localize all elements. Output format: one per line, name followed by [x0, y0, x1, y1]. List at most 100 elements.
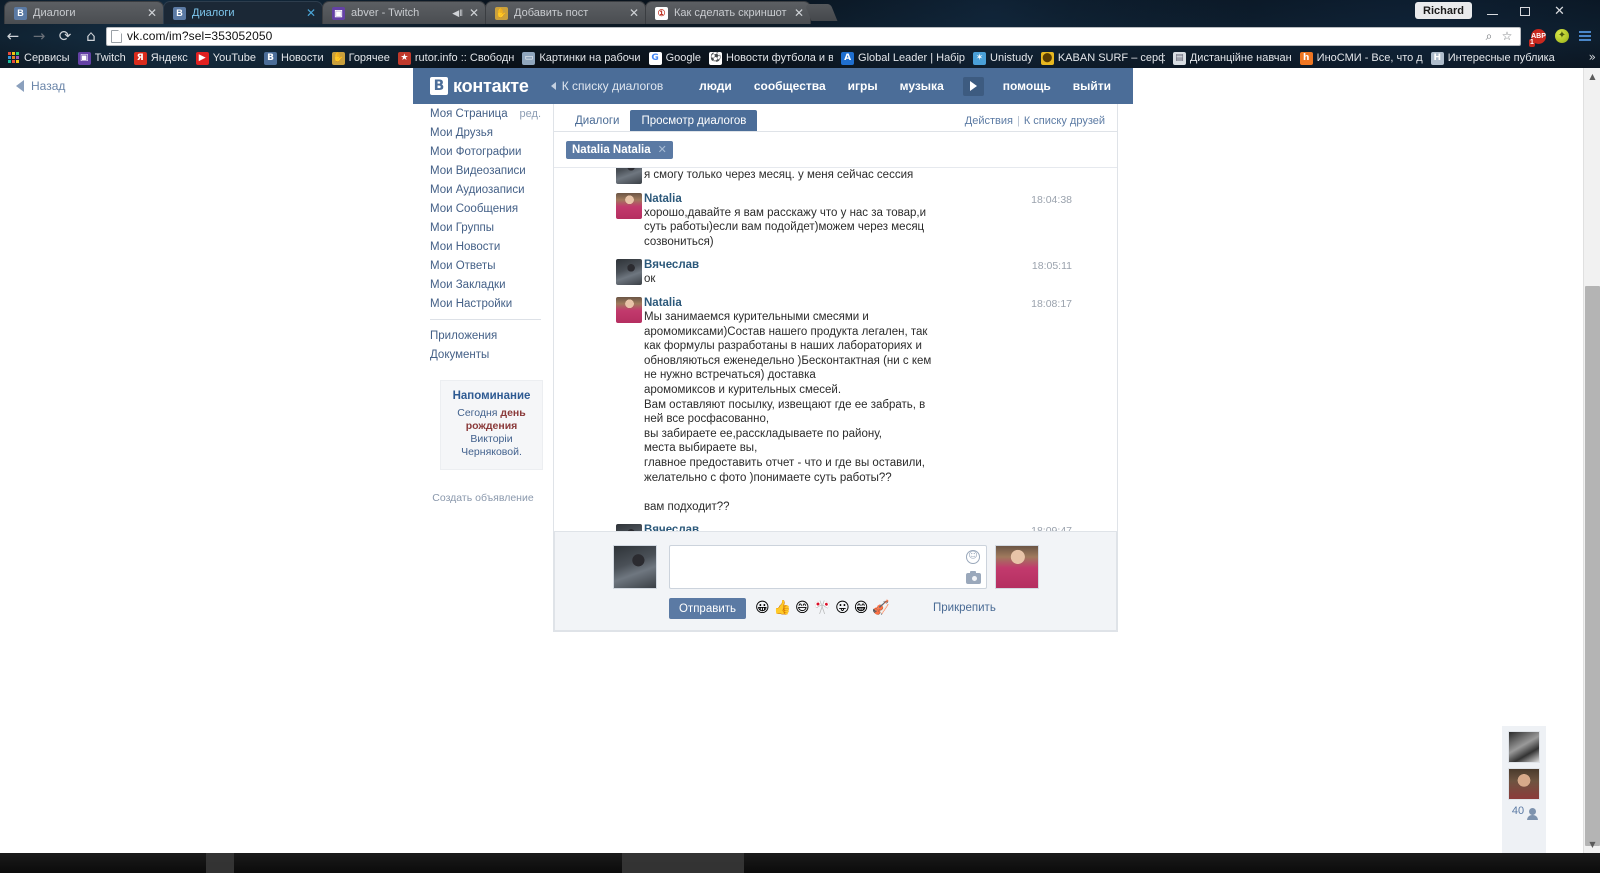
- bookmark-item[interactable]: ▭ Картинки на рабочи: [520, 49, 646, 67]
- mute-icon[interactable]: ◀ǁ: [452, 8, 463, 19]
- message-item[interactable]: 18:04:38 Natalia хорошо,давайте я вам ра…: [554, 191, 1117, 258]
- close-icon[interactable]: ✕: [658, 143, 667, 156]
- browser-tab[interactable]: ▣ abver - Twitch ◀ǁ ✕: [322, 1, 486, 24]
- nav-item-people[interactable]: люди: [699, 79, 732, 93]
- new-tab-button[interactable]: [804, 4, 838, 21]
- friends-list-link[interactable]: К списку друзей: [1024, 115, 1105, 127]
- bookmark-item[interactable]: G Google: [647, 49, 707, 67]
- sidebar-item-apps[interactable]: Приложения: [413, 326, 553, 345]
- address-bar[interactable]: vk.com/im?sel=353052050 ⌕ ☆: [106, 26, 1521, 46]
- emoji-grin-icon[interactable]: 😄: [795, 598, 810, 619]
- sidebar-item-audios[interactable]: Мои Аудиозаписи: [413, 180, 553, 199]
- bookmark-item[interactable]: ✋ Горячее: [330, 49, 396, 67]
- page-scrollbar[interactable]: ▲ ▼: [1583, 68, 1600, 853]
- close-icon[interactable]: ✕: [1545, 1, 1574, 21]
- emoji-smile-icon[interactable]: 😀: [755, 598, 770, 619]
- avatar[interactable]: [616, 296, 642, 323]
- photo-thumb-portrait[interactable]: [1508, 768, 1540, 800]
- bookmark-item[interactable]: ✶ Unistudy: [971, 49, 1039, 67]
- hamburger-menu-icon[interactable]: [1574, 31, 1596, 41]
- vk-logo[interactable]: B контакте: [430, 76, 529, 97]
- nav-item-logout[interactable]: выйти: [1073, 79, 1111, 93]
- message-item[interactable]: 18:08:17 Natalia Мы занимаемся курительн…: [554, 295, 1117, 522]
- taskbar-item[interactable]: [622, 853, 744, 873]
- sidebar-item-groups[interactable]: Мои Группы: [413, 218, 553, 237]
- browser-tab[interactable]: ① Как сделать скриншот — ✕: [645, 1, 811, 24]
- forward-arrow-icon[interactable]: →: [26, 24, 52, 48]
- play-triangle-icon[interactable]: [962, 76, 984, 96]
- bookmark-item[interactable]: Я Яндекс: [132, 49, 194, 67]
- bookmark-item[interactable]: ⬤ KABAN SURF – серфи: [1039, 49, 1171, 67]
- chevron-up-icon[interactable]: ▲: [1584, 68, 1600, 85]
- sidebar-item-friends[interactable]: Мои Друзья: [413, 123, 553, 142]
- emoji-beam-icon[interactable]: 😁: [854, 598, 869, 619]
- minimize-icon[interactable]: [1478, 1, 1507, 21]
- close-icon[interactable]: ✕: [794, 7, 804, 19]
- actions-link[interactable]: Действия: [965, 115, 1013, 127]
- browser-tab-active[interactable]: B Диалоги ✕: [163, 1, 323, 24]
- taskbar-item[interactable]: [206, 853, 234, 873]
- zoom-icon[interactable]: ⌕: [1480, 29, 1498, 44]
- star-icon[interactable]: ☆: [1498, 29, 1516, 43]
- sidebar-item-photos[interactable]: Мои Фотографии: [413, 142, 553, 161]
- bookmark-item[interactable]: h ИноСМИ - Все, что д: [1298, 49, 1429, 67]
- sidebar-edit-link[interactable]: ред.: [520, 108, 541, 120]
- online-count[interactable]: 40: [1502, 805, 1546, 820]
- emoji-thumbsup-icon[interactable]: 👍: [774, 598, 791, 619]
- send-button[interactable]: Отправить: [669, 598, 746, 619]
- sidebar-item-messages[interactable]: Мои Сообщения: [413, 199, 553, 218]
- page-back-link[interactable]: Назад: [16, 79, 65, 93]
- sidebar-item-videos[interactable]: Мои Видеозаписи: [413, 161, 553, 180]
- avatar[interactable]: [616, 192, 642, 219]
- bookmark-item[interactable]: ▣ Twitch: [76, 49, 132, 67]
- bookmark-item[interactable]: ⚽ Новости футбола и в: [707, 49, 839, 67]
- attach-link[interactable]: Прикрепить: [933, 598, 996, 619]
- message-item[interactable]: я смогу только через месяц. у меня сейча…: [554, 168, 1117, 191]
- message-list[interactable]: я смогу только через месяц. у меня сейча…: [554, 168, 1117, 531]
- smiley-icon[interactable]: ☺: [966, 550, 980, 564]
- filter-chip-natalia[interactable]: Natalia Natalia ✕: [566, 140, 673, 159]
- sidebar-item-answers[interactable]: Мои Ответы: [413, 256, 553, 275]
- scrollbar-thumb[interactable]: [1585, 286, 1600, 846]
- close-icon[interactable]: ✕: [306, 7, 316, 19]
- message-input[interactable]: ☺: [669, 545, 987, 589]
- emoji-violin-icon[interactable]: 🎻: [872, 598, 889, 619]
- camera-icon[interactable]: [966, 571, 981, 584]
- sidebar-item-my-page[interactable]: Моя Страница ред.: [413, 104, 553, 123]
- adblock-icon[interactable]: ABP 1: [1529, 28, 1546, 47]
- avatar[interactable]: [616, 524, 642, 531]
- nav-item-music[interactable]: музыка: [900, 79, 944, 93]
- message-author[interactable]: Natalia: [644, 297, 1057, 309]
- tab-view-dialogs[interactable]: Просмотр диалогов: [630, 110, 758, 131]
- bookmark-item[interactable]: Н Интересные публика: [1429, 49, 1561, 67]
- avatar[interactable]: [616, 168, 642, 184]
- emoji-flag-icon[interactable]: 🎌: [814, 598, 831, 619]
- extension-icon[interactable]: ✦: [1555, 29, 1569, 43]
- home-icon[interactable]: ⌂: [78, 24, 104, 48]
- browser-tab[interactable]: B Диалоги ✕: [4, 1, 164, 24]
- browser-user-button[interactable]: Richard: [1415, 2, 1472, 19]
- bookmark-item[interactable]: ★ rutor.info :: Свободн: [396, 49, 520, 67]
- bookmark-item[interactable]: B Новости: [262, 49, 330, 67]
- message-author[interactable]: Natalia: [644, 193, 1057, 205]
- sidebar-item-documents[interactable]: Документы: [413, 345, 553, 364]
- close-icon[interactable]: ✕: [469, 7, 479, 19]
- browser-tab[interactable]: ✋ Добавить пост ✕: [485, 1, 646, 24]
- message-item[interactable]: 18:05:11 Вячеслав ок: [554, 257, 1117, 295]
- bookmark-item[interactable]: ▤ Дистанційне навчан: [1171, 49, 1298, 67]
- message-item[interactable]: 18:09:47 Вячеслав: [554, 522, 1117, 531]
- close-icon[interactable]: ✕: [147, 7, 157, 19]
- close-icon[interactable]: ✕: [629, 7, 639, 19]
- nav-item-communities[interactable]: сообщества: [754, 79, 826, 93]
- os-taskbar[interactable]: [0, 853, 1600, 873]
- message-author[interactable]: Вячеслав: [644, 524, 1057, 531]
- message-author[interactable]: Вячеслав: [644, 259, 1057, 271]
- reload-icon[interactable]: ⟳: [52, 24, 78, 48]
- maximize-icon[interactable]: [1510, 1, 1539, 21]
- bookmark-item[interactable]: Сервисы: [5, 49, 76, 67]
- avatar[interactable]: [616, 259, 642, 286]
- bookmark-item[interactable]: A Global Leader | Набір: [839, 49, 971, 67]
- chevron-right-icon[interactable]: »: [1589, 50, 1596, 64]
- create-ad-link[interactable]: Создать объявление: [413, 492, 553, 504]
- avatar[interactable]: [613, 545, 657, 589]
